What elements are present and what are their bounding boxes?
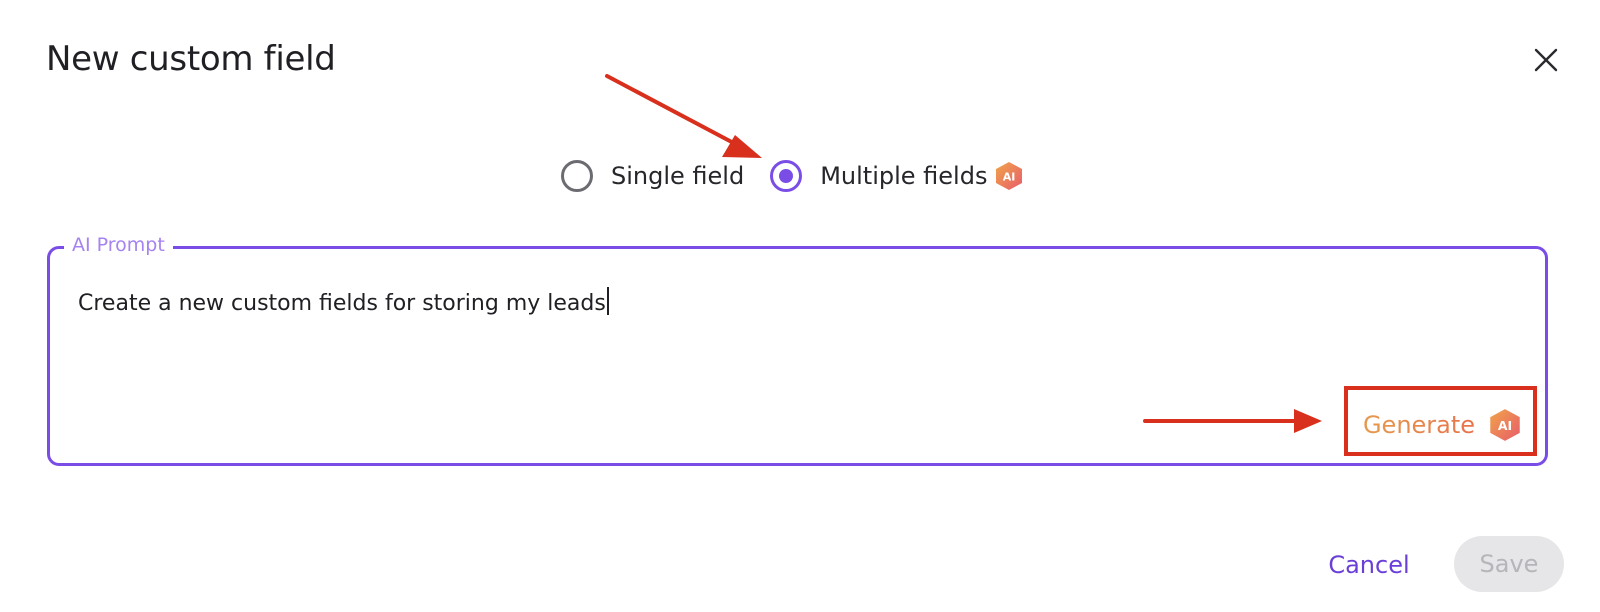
- svg-text:AI: AI: [1003, 171, 1016, 184]
- ai-prompt-value-text: Create a new custom fields for storing m…: [78, 291, 606, 316]
- ai-prompt-value[interactable]: Create a new custom fields for storing m…: [78, 287, 609, 320]
- dialog-title: New custom field: [46, 39, 336, 79]
- arrow-icon: [605, 74, 762, 158]
- new-custom-field-dialog: New custom field Single field Multiple f…: [0, 0, 1600, 612]
- cancel-button[interactable]: Cancel: [1312, 543, 1426, 587]
- close-icon: [1534, 48, 1558, 72]
- ai-prompt-label: AI Prompt: [64, 232, 173, 258]
- ai-badge-icon: AI: [995, 161, 1023, 191]
- radio-label-multiple-fields: Multiple fields: [820, 162, 988, 190]
- ai-prompt-textarea[interactable]: AI Prompt Create a new custom fields for…: [47, 232, 1548, 466]
- generate-button[interactable]: Generate AI: [1346, 392, 1538, 458]
- generate-label: Generate: [1362, 411, 1476, 439]
- radio-label-single-field: Single field: [611, 162, 745, 190]
- radio-button-unchecked[interactable]: [561, 160, 593, 192]
- radio-single-field[interactable]: Single field: [561, 160, 744, 192]
- radio-multiple-fields[interactable]: Multiple fields AI: [770, 160, 1023, 192]
- close-button[interactable]: [1530, 44, 1562, 76]
- text-caret: [606, 287, 609, 315]
- svg-text:AI: AI: [1498, 418, 1512, 433]
- ai-badge-icon: AI: [1489, 408, 1521, 442]
- radio-button-checked[interactable]: [770, 160, 803, 192]
- field-type-radio-group: Single field Multiple fields AI: [561, 158, 1023, 194]
- save-button[interactable]: Save: [1454, 536, 1564, 592]
